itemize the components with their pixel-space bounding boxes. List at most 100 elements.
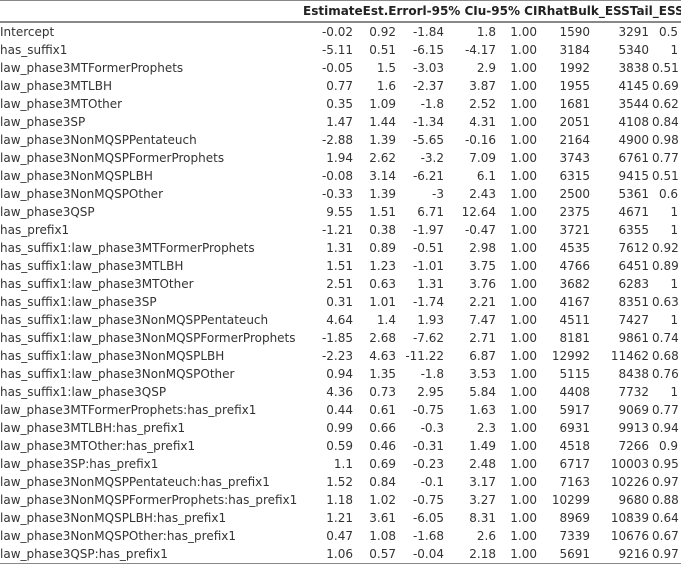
cell-bulk-ess: 4511 [559,312,590,327]
table-row: law_phase3MTLBH 0.77 1.6 -2.37 3.87 1.00 1955 4… [0,77,681,95]
cell-rhat: 1.00 [510,204,537,219]
cell-est-error: 2.68 [369,330,396,345]
cell-tail-ess: 5361 [618,186,649,201]
cell-bulk-ess: 10299 [551,492,590,507]
cell-term: has_prefix1 [0,222,70,237]
cell-bulk-ess: 3184 [559,42,590,57]
cell-estimate: 1.94 [326,150,353,165]
cell-l95-ci: -11.22 [405,348,444,363]
cell-l95-ci: -7.62 [412,330,444,345]
cell-u95-ci: 2.52 [469,96,496,111]
cell-rhat: 1.00 [510,528,537,543]
cell-l95-ci: -1.01 [412,258,444,273]
cell-bulk-ess: 5691 [540,544,593,564]
cell-estimate: 0.44 [326,402,353,417]
cell-pd: 0.64 [652,510,679,525]
cell-pd: 1 [670,42,679,57]
cell-term: law_phase3MTOther:has_prefix1 [0,438,196,453]
cell-pd: 0.51 [652,168,679,183]
cell-est-error: 1.44 [369,114,396,129]
regression-table-view: EstimateEst.Errorl-95% CIu-95% CIRhatBul… [0,0,681,564]
cell-tail-ess: 10676 [610,528,649,543]
cell-est-error: 1.5 [376,60,396,75]
cell-term: has_suffix1:law_phase3NonMQSPFormerProph… [0,330,296,345]
cell-term: law_phase3NonMQSPFormerProphets [0,150,225,165]
cell-rhat: 1.00 [499,544,540,564]
cell-rhat: 1.00 [510,114,537,129]
cell-rhat: 1.00 [510,186,537,201]
cell-rhat: 1.00 [510,60,537,75]
cell-bulk-ess: 3721 [559,222,590,237]
cell-tail-ess: 9415 [618,168,649,183]
cell-term: law_phase3SP [0,114,86,129]
cell-u95-ci: 3.17 [469,474,496,489]
cell-u95-ci: -0.16 [464,132,496,147]
cell-estimate: 1.18 [326,492,353,507]
cell-bulk-ess: 6315 [559,168,590,183]
cell-rhat: 1.00 [510,78,537,93]
table-row: law_phase3NonMQSPFormerProphets 1.94 2.62 -… [0,149,681,167]
cell-pd: 0.51 [652,60,679,75]
cell-term: Intercept [0,24,55,39]
cell-l95-ci: -1.8 [420,366,444,381]
cell-term: law_phase3NonMQSPOther [0,186,163,201]
cell-est-error: 1.39 [369,186,396,201]
cell-est-error: 0.38 [369,222,396,237]
cell-rhat: 1.00 [510,420,537,435]
cell-pd: 0.95 [652,456,679,471]
cell-term: has_suffix1:law_phase3QSP [0,384,167,399]
cell-estimate: -0.33 [321,186,353,201]
table-row: has_suffix1:law_phase3MTLBH 1.51 1.23 -1.01… [0,257,681,275]
cell-estimate: 0.59 [326,438,353,453]
cell-est-error: 0.61 [369,402,396,417]
cell-estimate: 1.31 [326,240,353,255]
cell-u95-ci: 12.64 [461,204,496,219]
cell-pd: 0.69 [652,78,679,93]
cell-estimate: 0.31 [326,294,353,309]
cell-u95-ci: 3.27 [469,492,496,507]
cell-tail-ess: 9861 [618,330,649,345]
cell-estimate: 0.77 [326,78,353,93]
cell-term: law_phase3MTFormerProphets [0,60,184,75]
cell-estimate: -1.21 [321,222,353,237]
cell-l95-ci: -1.8 [420,96,444,111]
cell-est-error: 0.84 [369,474,396,489]
cell-tail-ess: 10839 [610,510,649,525]
cell-rhat: 1.00 [510,132,537,147]
cell-l95-ci: -6.15 [412,42,444,57]
cell-term: has_suffix1:law_phase3NonMQSPLBH [0,348,225,363]
cell-estimate: -0.02 [321,24,353,39]
cell-bulk-ess: 1590 [559,24,590,39]
table-row: law_phase3QSP:has_prefix1 1.06 0.57 -0.04 2.… [0,544,681,564]
cell-term: law_phase3MTLBH [0,78,112,93]
cell-est-error: 4.63 [369,348,396,363]
cell-est-error: 0.69 [369,456,396,471]
cell-tail-ess: 8351 [618,294,649,309]
cell-pd: 0.84 [652,114,679,129]
cell-pd: 0.74 [652,330,679,345]
cell-pd: 1 [670,222,679,237]
cell-term: law_phase3QSP [0,204,95,219]
cell-estimate: 1.1 [333,456,353,471]
table-header: EstimateEst.Errorl-95% CIu-95% CIRhatBul… [0,0,681,23]
cell-l95-ci: 1.93 [417,312,444,327]
cell-bulk-ess: 2051 [559,114,590,129]
cell-estimate: -1.85 [321,330,353,345]
cell-estimate: 1.47 [326,114,353,129]
cell-pd: 1 [670,276,679,291]
table-row: Intercept -0.02 0.92 -1.84 1.8 1.00 1590 3291 0.… [0,22,681,41]
cell-pd: 0.9 [658,438,679,453]
cell-rhat: 1.00 [510,258,537,273]
cell-tail-ess: 5340 [618,42,649,57]
cell-pd: 0.89 [652,258,679,273]
cell-u95-ci: 3.75 [469,258,496,273]
cell-tail-ess: 9680 [618,492,649,507]
cell-bulk-ess: 12992 [551,348,590,363]
cell-bulk-ess: 7339 [559,528,590,543]
table-row: law_phase3SP 1.47 1.44 -1.34 4.31 1.00 2051 410… [0,113,681,131]
cell-bulk-ess: 5115 [559,366,590,381]
cell-l95-ci: -1.97 [412,222,444,237]
cell-l95-ci: -0.23 [412,456,444,471]
cell-u95-ci: 7.09 [469,150,496,165]
cell-pd: 0.97 [652,544,681,564]
